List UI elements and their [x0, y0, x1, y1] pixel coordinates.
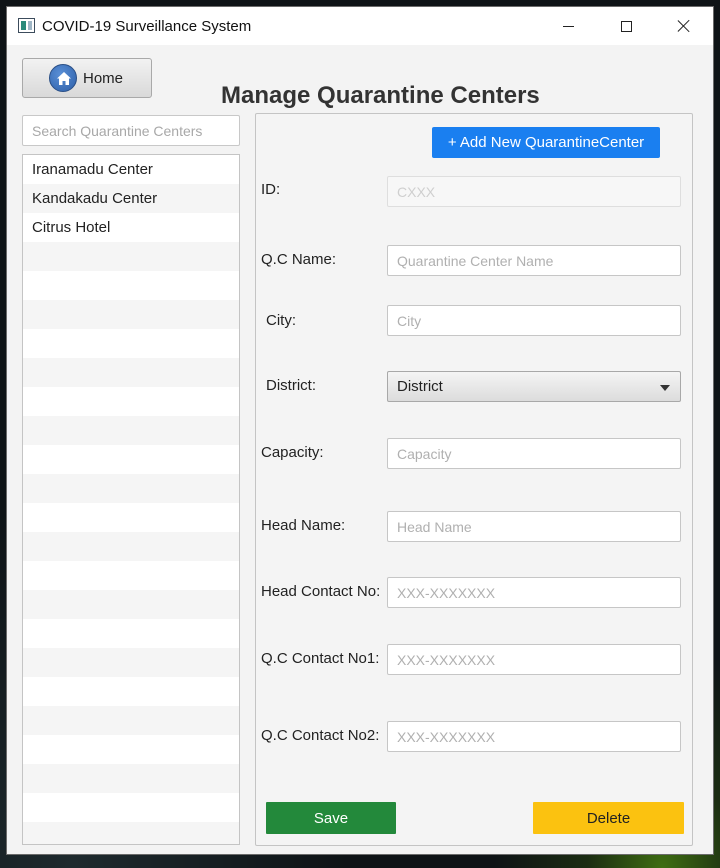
app-icon: [18, 18, 35, 33]
district-select-value: District: [397, 378, 443, 395]
head-name-label: Head Name:: [261, 517, 346, 534]
qc-contact2-label: Q.C Contact No2:: [261, 727, 380, 744]
list-item-empty: [23, 503, 239, 532]
home-icon: [49, 64, 77, 92]
list-item-empty: [23, 300, 239, 329]
search-input[interactable]: [22, 115, 240, 146]
list-item-empty: [23, 677, 239, 706]
delete-button[interactable]: Delete: [533, 802, 684, 834]
qc-contact1-label: Q.C Contact No1:: [261, 650, 380, 667]
list-item-empty: [23, 474, 239, 503]
capacity-label: Capacity:: [261, 444, 324, 461]
list-item-empty: [23, 271, 239, 300]
close-button[interactable]: [661, 7, 707, 45]
title-bar: COVID-19 Surveillance System: [7, 7, 713, 45]
home-button-label: Home: [83, 69, 124, 87]
center-name-field[interactable]: [387, 245, 681, 276]
list-item[interactable]: Citrus Hotel: [23, 213, 239, 242]
name-label: Q.C Name:: [261, 251, 337, 268]
district-select[interactable]: District: [387, 371, 681, 402]
quarantine-center-list[interactable]: Iranamadu Center Kandakadu Center Citrus…: [22, 154, 240, 845]
main-content: Home Manage Quarantine Centers Iranamadu…: [7, 45, 713, 854]
close-icon: [677, 19, 691, 33]
app-window: COVID-19 Surveillance System Home Manage…: [6, 6, 714, 855]
list-item-empty: [23, 764, 239, 793]
window-title: COVID-19 Surveillance System: [42, 18, 252, 35]
list-item-empty: [23, 561, 239, 590]
list-item-empty: [23, 706, 239, 735]
qc-contact2-field[interactable]: [387, 721, 681, 752]
page-title: Manage Quarantine Centers: [221, 82, 540, 109]
maximize-button[interactable]: [603, 7, 649, 45]
list-item-empty: [23, 242, 239, 271]
list-item-empty: [23, 387, 239, 416]
list-item-empty: [23, 445, 239, 474]
save-button[interactable]: Save: [266, 802, 396, 834]
city-field[interactable]: [387, 305, 681, 336]
list-item-empty: [23, 822, 239, 844]
head-name-field[interactable]: [387, 511, 681, 542]
id-label: ID:: [261, 181, 281, 198]
head-contact-label: Head Contact No:: [261, 583, 381, 600]
list-item-empty: [23, 793, 239, 822]
list-item-empty: [23, 590, 239, 619]
city-label: City:: [266, 312, 296, 329]
list-item[interactable]: Kandakadu Center: [23, 184, 239, 213]
home-button[interactable]: Home: [22, 58, 152, 98]
capacity-field[interactable]: [387, 438, 681, 469]
id-field: [387, 176, 681, 207]
add-new-center-button[interactable]: + Add New QuarantineCenter: [432, 127, 660, 158]
list-item-empty: [23, 358, 239, 387]
chevron-down-icon: [660, 385, 670, 391]
list-item-empty: [23, 329, 239, 358]
list-item-empty: [23, 619, 239, 648]
list-item-empty: [23, 735, 239, 764]
list-item[interactable]: Iranamadu Center: [23, 155, 239, 184]
qc-contact1-field[interactable]: [387, 644, 681, 675]
district-label: District:: [266, 377, 316, 394]
minimize-button[interactable]: [545, 7, 591, 45]
center-form-panel: + Add New QuarantineCenter ID: Q.C Name:…: [255, 113, 693, 846]
minimize-icon: [562, 25, 574, 27]
list-item-empty: [23, 416, 239, 445]
head-contact-field[interactable]: [387, 577, 681, 608]
list-item-empty: [23, 648, 239, 677]
list-item-empty: [23, 532, 239, 561]
maximize-icon: [620, 20, 632, 32]
